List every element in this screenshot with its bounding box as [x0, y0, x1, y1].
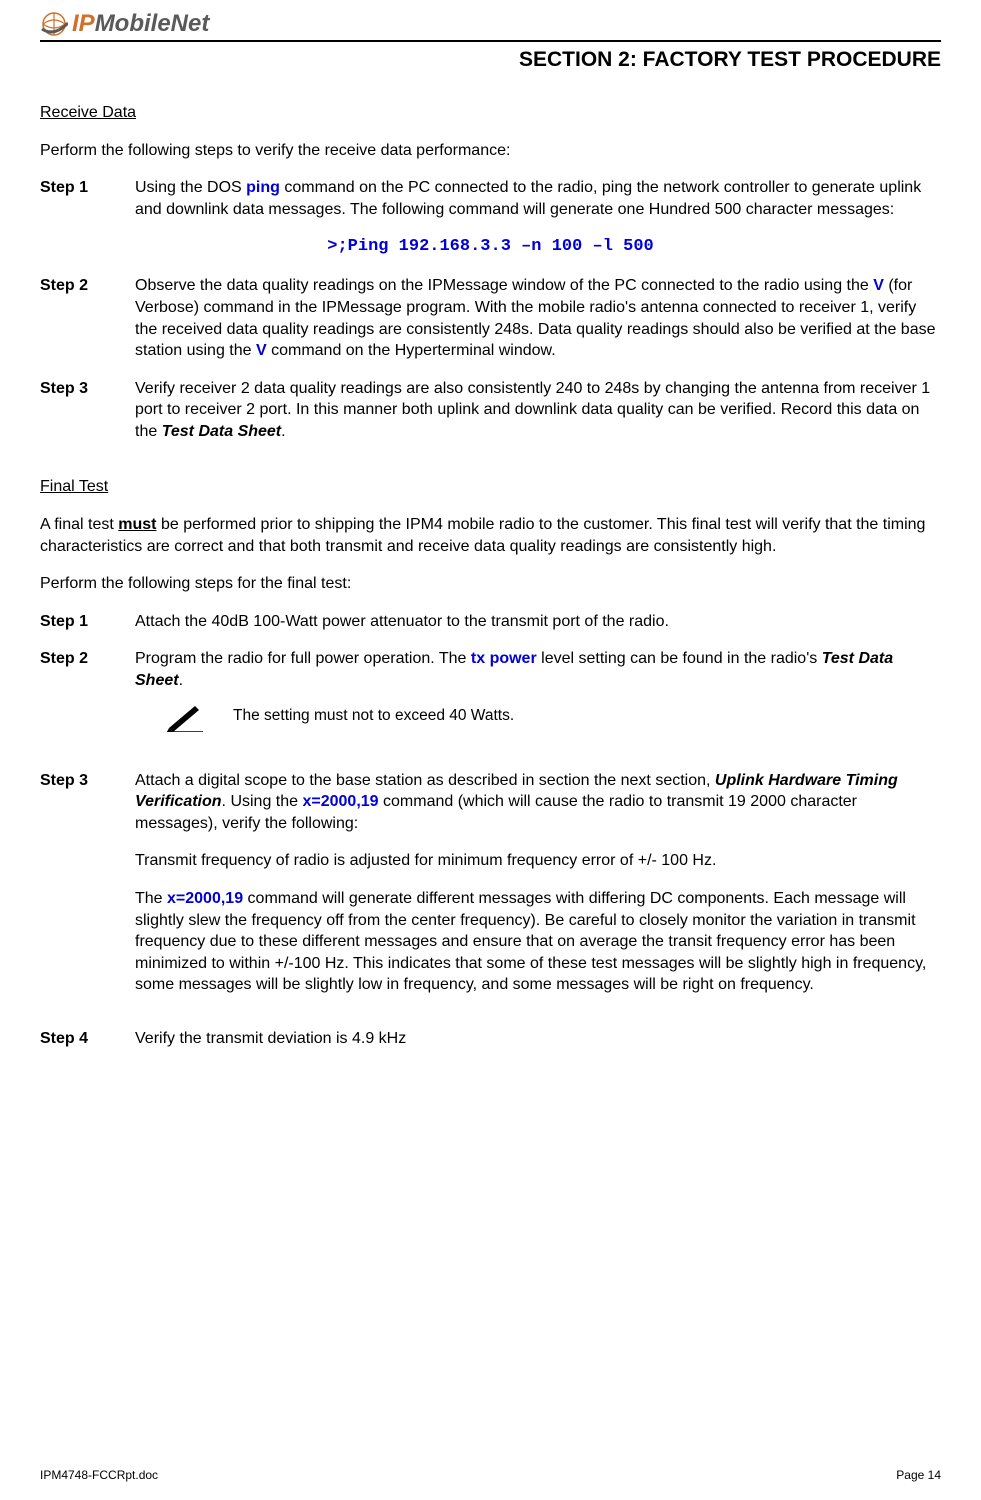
- cmd-v: V: [873, 277, 884, 294]
- step-label: Step 4: [40, 1028, 135, 1050]
- text: command on the Hyperterminal window.: [267, 342, 556, 359]
- cmd-v: V: [256, 342, 267, 359]
- receive-step-3: Step 3 Verify receiver 2 data quality re…: [40, 378, 941, 443]
- text: A final test: [40, 516, 118, 533]
- step3-p1: Attach a digital scope to the base stati…: [135, 770, 941, 835]
- step3-p2: Transmit frequency of radio is adjusted …: [135, 850, 941, 872]
- logo-ip: IP: [72, 10, 95, 37]
- text: Program the radio for full power operati…: [135, 650, 471, 667]
- text: level setting can be found in the radio'…: [537, 650, 822, 667]
- step-label: Step 3: [40, 770, 135, 1012]
- step-body: Verify receiver 2 data quality readings …: [135, 378, 941, 443]
- text: be performed prior to shipping the IPM4 …: [40, 516, 925, 555]
- step-body: Observe the data quality readings on the…: [135, 275, 941, 361]
- note-row: The setting must not to exceed 40 Watts.: [165, 702, 941, 732]
- text: Observe the data quality readings on the…: [135, 277, 873, 294]
- final-step-4: Step 4 Verify the transmit deviation is …: [40, 1028, 941, 1050]
- ping-command-code: >;Ping 192.168.3.3 –n 100 –l 500: [40, 236, 941, 259]
- heading-receive-data: Receive Data: [40, 102, 941, 124]
- step-body: Attach a digital scope to the base stati…: [135, 770, 941, 1012]
- test-data-sheet-ref: Test Data Sheet: [162, 423, 281, 440]
- step-label: Step 1: [40, 177, 135, 220]
- content-body: Receive Data Perform the following steps…: [40, 102, 941, 1050]
- step-label: Step 2: [40, 648, 135, 753]
- step-label: Step 1: [40, 611, 135, 633]
- text: Using the DOS: [135, 179, 246, 196]
- section-title: SECTION 2: FACTORY TEST PROCEDURE: [40, 48, 941, 72]
- receive-step-2: Step 2 Observe the data quality readings…: [40, 275, 941, 361]
- receive-step-1: Step 1 Using the DOS ping command on the…: [40, 177, 941, 220]
- heading-final-test: Final Test: [40, 476, 941, 498]
- step-body: Verify the transmit deviation is 4.9 kHz: [135, 1028, 941, 1050]
- step-label: Step 2: [40, 275, 135, 361]
- footer-page-number: Page 14: [896, 1468, 941, 1482]
- step-body: Using the DOS ping command on the PC con…: [135, 177, 941, 220]
- text: .: [281, 423, 285, 440]
- globe-icon: [40, 11, 68, 37]
- step-body: Program the radio for full power operati…: [135, 648, 941, 753]
- logo-mobilenet: MobileNet: [95, 10, 210, 37]
- final-intro-2: Perform the following steps for the fina…: [40, 573, 941, 595]
- page-header: IPMobileNet: [40, 10, 941, 42]
- text: The: [135, 890, 167, 907]
- footer-filename: IPM4748-FCCRpt.doc: [40, 1468, 158, 1482]
- step-body: Attach the 40dB 100-Watt power attenuato…: [135, 611, 941, 633]
- cmd-x2000: x=2000,19: [302, 793, 378, 810]
- cmd-x2000: x=2000,19: [167, 890, 243, 907]
- final-step-1: Step 1 Attach the 40dB 100-Watt power at…: [40, 611, 941, 633]
- pencil-icon: [165, 702, 205, 732]
- logo: IPMobileNet: [40, 10, 209, 38]
- step-label: Step 3: [40, 378, 135, 443]
- step3-p3: The x=2000,19 command will generate diff…: [135, 888, 941, 996]
- text: .: [179, 672, 183, 689]
- final-intro: A final test must be performed prior to …: [40, 514, 941, 557]
- logo-text: IPMobileNet: [72, 10, 209, 38]
- cmd-txpower: tx power: [471, 650, 537, 667]
- cmd-ping: ping: [246, 179, 280, 196]
- page-footer: IPM4748-FCCRpt.doc Page 14: [40, 1468, 941, 1482]
- text: . Using the: [222, 793, 303, 810]
- receive-intro: Perform the following steps to verify th…: [40, 140, 941, 162]
- final-step-3: Step 3 Attach a digital scope to the bas…: [40, 770, 941, 1012]
- text: Attach a digital scope to the base stati…: [135, 772, 715, 789]
- note-text: The setting must not to exceed 40 Watts.: [233, 706, 514, 727]
- must-emphasis: must: [118, 516, 156, 533]
- text: command will generate different messages…: [135, 890, 926, 993]
- final-step-2: Step 2 Program the radio for full power …: [40, 648, 941, 753]
- document-page: IPMobileNet SECTION 2: FACTORY TEST PROC…: [0, 0, 981, 1500]
